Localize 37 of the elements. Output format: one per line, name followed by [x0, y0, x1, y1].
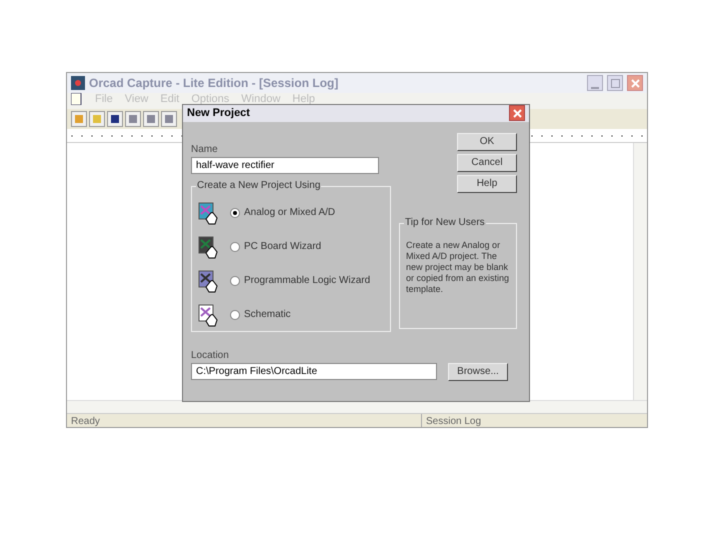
group-title: Create a New Project Using [196, 180, 322, 192]
dialog-button[interactable]: Help [457, 174, 517, 192]
maximize-button[interactable] [607, 75, 623, 91]
status-text: Ready [67, 414, 422, 427]
tip-text: Create a new Analog or Mixed A/D project. The new project may be blank or copied from an existing template. [406, 240, 510, 294]
name-field[interactable]: half-wave rectifier [191, 156, 379, 174]
square-icon [92, 114, 102, 124]
dialog-button[interactable]: OK [457, 132, 517, 150]
status-text: Session Log [425, 415, 482, 427]
square-icon [110, 114, 120, 124]
square-icon [128, 114, 138, 124]
toolbar-button[interactable] [107, 111, 123, 127]
close-icon [512, 108, 522, 118]
minimize-button[interactable] [587, 75, 603, 91]
maximize-icon [610, 78, 620, 88]
name-label: Name [191, 142, 219, 156]
radio-option[interactable]: PC Board Wizard [230, 239, 322, 254]
dialog-button[interactable]: Cancel [457, 154, 517, 172]
tip-title: Tip for New Users [404, 216, 486, 228]
browse-button[interactable]: Browse... [448, 362, 508, 380]
close-icon [630, 78, 640, 88]
app-icon [71, 76, 85, 90]
location-field[interactable]: C:\Program Files\OrcadLite [191, 363, 437, 380]
dialog-title: New Project [187, 106, 251, 121]
square-icon [146, 114, 156, 124]
window-title: Orcad Capture - Lite Edition - [Session Log] [89, 75, 338, 92]
vertical-scrollbar[interactable] [633, 143, 647, 400]
minimize-icon [591, 86, 599, 90]
radio-option[interactable]: Programmable Logic Wizard [230, 273, 370, 288]
location-label: Location [191, 348, 230, 362]
radio-option[interactable]: Analog or Mixed A/D [230, 205, 336, 220]
radio-option[interactable]: Schematic [230, 307, 291, 322]
horizontal-scrollbar[interactable] [67, 400, 647, 413]
close-button[interactable] [509, 105, 525, 122]
close-button[interactable] [627, 75, 643, 91]
square-icon [164, 114, 174, 124]
square-icon [74, 114, 84, 124]
